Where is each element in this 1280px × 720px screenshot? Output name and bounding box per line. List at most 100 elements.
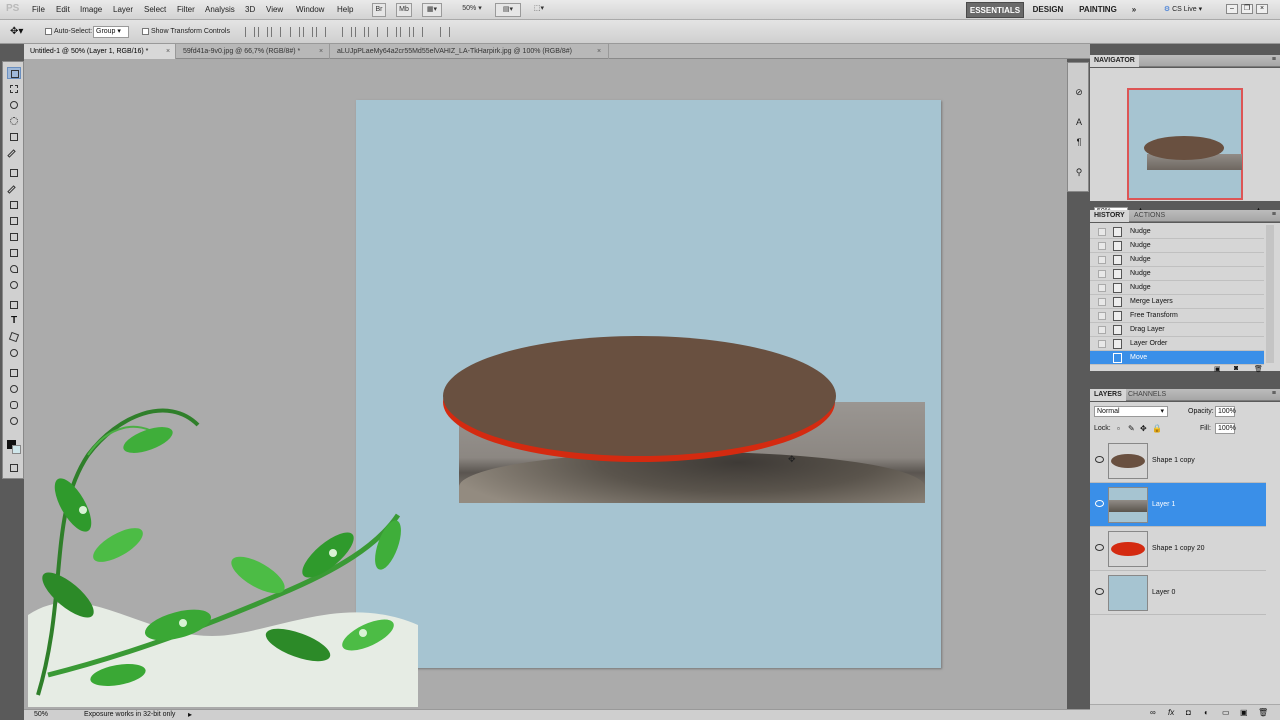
view-extras-dropdown[interactable]: ▦▾ [422,3,442,17]
history-item[interactable]: Free Transform [1090,309,1264,323]
layer-row-layer-1[interactable]: Layer 1 [1090,483,1266,527]
spot-healing-tool-icon[interactable] [7,167,21,179]
zoom-dropdown[interactable]: 50% ▾ [455,3,489,17]
close-window-button[interactable]: × [1256,4,1268,14]
distribute-vcenter-icon[interactable] [355,27,365,37]
path-selection-tool-icon[interactable] [7,331,21,343]
new-snapshot-icon[interactable]: ◙ [1234,365,1238,372]
pen-tool-icon[interactable] [7,299,21,311]
delete-layer-icon[interactable]: 🗑 [1258,708,1268,717]
character-panel-icon[interactable]: A [1073,117,1085,127]
align-top-icon[interactable] [245,27,255,37]
3d-orbit-tool-icon[interactable] [7,383,21,395]
align-vcenter-icon[interactable] [258,27,268,37]
align-bottom-icon[interactable] [271,27,281,37]
layer-row-shape-1-copy[interactable]: Shape 1 copy [1090,439,1266,483]
distribute-left-icon[interactable] [387,27,397,37]
history-snapshot-checkbox[interactable] [1098,228,1106,236]
restore-button[interactable]: ❐ [1241,4,1253,14]
align-left-icon[interactable] [290,27,300,37]
distribute-bottom-icon[interactable] [368,27,378,37]
background-color-swatch[interactable] [12,445,21,454]
bridge-button[interactable]: Br [372,3,386,17]
panel-menu-icon[interactable]: ≡ [1272,390,1276,397]
align-hcenter-icon[interactable] [303,27,313,37]
workspace-painting[interactable]: PAINTING [1074,2,1122,18]
move-tool-icon[interactable] [7,67,21,79]
show-transform-checkbox[interactable] [142,28,149,35]
hand-tool-icon[interactable] [7,399,21,411]
panel-menu-icon[interactable]: ≡ [1272,56,1276,63]
auto-align-icon[interactable] [440,27,450,37]
link-layers-icon[interactable]: ∞ [1150,708,1156,717]
zoom-tool-icon[interactable] [7,415,21,427]
history-item[interactable]: Nudge [1090,239,1264,253]
auto-select-checkbox[interactable] [45,28,52,35]
dodge-tool-icon[interactable] [7,279,21,291]
tab-close-icon[interactable]: × [597,44,601,59]
tab-channels[interactable]: CHANNELS [1124,389,1170,401]
workspace-design[interactable]: DESIGN [1028,2,1068,18]
tab-jpg-1[interactable]: 59fd41a-9v0.jpg @ 66,7% (RGB/8#) * × [177,44,330,59]
brush-presets-icon[interactable]: ⊘ [1073,87,1085,98]
history-item[interactable]: Drag Layer [1090,323,1264,337]
menu-image[interactable]: Image [80,5,102,14]
workspace-essentials[interactable]: ESSENTIALS [966,2,1024,18]
paint-bucket-tool-icon[interactable] [7,247,21,259]
visibility-eye-icon[interactable] [1095,456,1104,463]
history-item-selected[interactable]: Move [1090,351,1264,365]
history-snapshot-checkbox[interactable] [1098,326,1106,334]
eyedropper-tool-icon[interactable] [7,147,21,159]
quick-selection-tool-icon[interactable] [7,115,21,127]
mini-bridge-button[interactable]: Mb [396,3,412,17]
history-item[interactable]: Nudge [1090,225,1264,239]
history-item[interactable]: Nudge [1090,281,1264,295]
lock-all-icon[interactable]: 🔒 [1152,424,1162,433]
quick-mask-icon[interactable] [7,462,21,474]
history-scrollbar[interactable] [1266,225,1274,363]
history-snapshot-checkbox[interactable] [1098,298,1106,306]
paragraph-panel-icon[interactable]: ¶ [1073,137,1085,147]
delete-state-icon[interactable]: 🗑 [1254,365,1263,373]
tab-history[interactable]: HISTORY [1090,210,1129,222]
auto-select-target-dropdown[interactable]: Group ▾ [93,26,129,38]
menu-window[interactable]: Window [296,5,324,14]
minimize-button[interactable]: – [1226,4,1238,14]
new-document-from-state-icon[interactable]: ▣ [1214,365,1221,373]
status-menu-arrow-icon[interactable]: ▸ [188,710,192,719]
shape-tool-icon[interactable] [7,347,21,359]
history-snapshot-checkbox[interactable] [1098,284,1106,292]
eraser-tool-icon[interactable] [7,231,21,243]
tab-actions[interactable]: ACTIONS [1130,210,1169,222]
move-tool-icon[interactable]: ✥▾ [10,26,23,37]
opacity-field[interactable]: 100% [1215,406,1236,417]
history-snapshot-checkbox[interactable] [1098,354,1106,362]
status-zoom[interactable]: 50% [34,711,48,718]
menu-edit[interactable]: Edit [56,5,70,14]
blur-tool-icon[interactable] [7,263,21,275]
menu-analysis[interactable]: Analysis [205,5,235,14]
history-item[interactable]: Layer Order [1090,337,1264,351]
history-snapshot-checkbox[interactable] [1098,312,1106,320]
history-snapshot-checkbox[interactable] [1098,270,1106,278]
visibility-eye-icon[interactable] [1095,500,1104,507]
menu-view[interactable]: View [266,5,283,14]
layer-row-layer-0[interactable]: Layer 0 [1090,571,1266,615]
screen-mode-dropdown[interactable]: ⬚▾ [528,3,550,17]
history-snapshot-checkbox[interactable] [1098,340,1106,348]
clone-source-icon[interactable]: ⚲ [1073,167,1085,178]
menu-3d[interactable]: 3D [245,5,255,14]
tab-jpg-2[interactable]: aLUJpPLaeMy64a2cr55Md55elVAHIZ_LA-TkHarp… [331,44,609,59]
marquee-tool-icon[interactable] [7,83,21,95]
add-mask-icon[interactable]: ◘ [1186,708,1191,717]
clone-stamp-tool-icon[interactable] [7,199,21,211]
adjustment-layer-icon[interactable]: ◐ [1204,708,1209,717]
navigator-thumbnail[interactable] [1127,88,1243,200]
visibility-eye-icon[interactable] [1095,588,1104,595]
history-snapshot-checkbox[interactable] [1098,242,1106,250]
menu-layer[interactable]: Layer [113,5,133,14]
cs-live-button[interactable]: ⚙ CS Live ▾ [1156,2,1210,18]
lock-position-icon[interactable]: ✥ [1140,424,1147,433]
tab-untitled-1[interactable]: Untitled-1 @ 50% (Layer 1, RGB/16) * × [24,44,176,59]
lock-image-icon[interactable]: ✎ [1128,424,1135,433]
